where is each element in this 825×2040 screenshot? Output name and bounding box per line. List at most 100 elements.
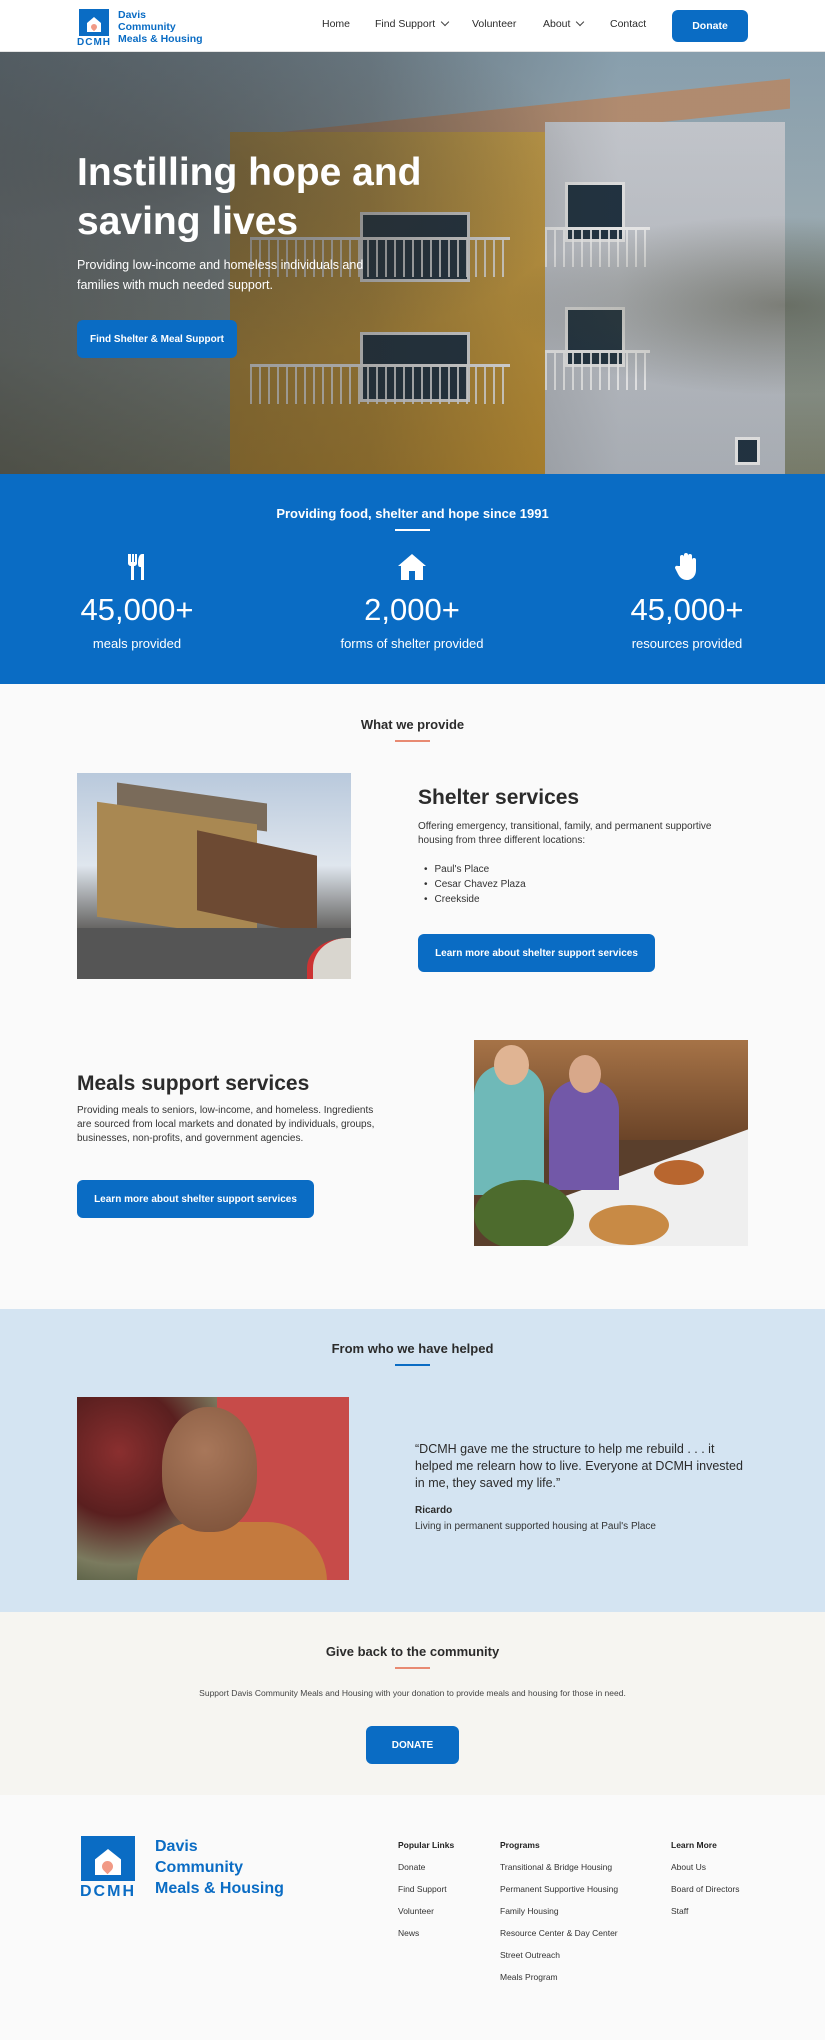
stat-label: meals provided (92, 636, 182, 651)
shelter-learn-more-button[interactable]: Learn more about shelter support service… (418, 934, 655, 972)
stat-number: 45,000+ (630, 592, 744, 627)
section-title: From who we have helped (331, 1341, 494, 1356)
logo-line: Meals & Housing (118, 33, 203, 45)
footer-link[interactable]: Permanent Supportive Housing (500, 1884, 618, 1894)
location-list: Paul's Place Cesar Chavez Plaza Creeksid… (418, 862, 738, 907)
meals-photo-food (654, 1160, 704, 1185)
hero-section: Instilling hope and saving lives Providin… (0, 52, 825, 474)
stat-resources: 45,000+ resources provided (587, 552, 787, 651)
giveback-section: Give back to the community Support Davis… (0, 1612, 825, 1795)
meals-learn-more-button[interactable]: Learn more about shelter support service… (77, 1180, 314, 1218)
location-item: Creekside (424, 892, 738, 907)
testimonial-section: From who we have helped “DCMH gave me th… (0, 1309, 825, 1612)
footer-column-title: Popular Links (398, 1840, 455, 1850)
meals-photo-person (549, 1080, 619, 1190)
location-item: Paul's Place (424, 862, 738, 877)
meals-heading: Meals support services (77, 1072, 310, 1095)
logo-abbr: DCMH (80, 1883, 136, 1900)
logo-house-icon (81, 1836, 135, 1881)
footer-link[interactable]: Resource Center & Day Center (500, 1928, 618, 1938)
nav-contact-link[interactable]: Contact (610, 18, 646, 30)
stats-section: Providing food, shelter and hope since 1… (0, 474, 825, 684)
section-title: What we provide (360, 717, 465, 732)
logo-line: Meals & Housing (155, 1880, 284, 1897)
footer-column-title: Learn More (671, 1840, 717, 1850)
stat-label: forms of shelter provided (340, 636, 484, 651)
testimonial-photo-head (162, 1407, 257, 1532)
footer-link[interactable]: Meals Program (500, 1972, 618, 1982)
meals-photo-head (494, 1045, 529, 1085)
footer-popular-links: Popular Links Donate Find Support Volunt… (398, 1840, 454, 1950)
footer-link[interactable]: Donate (398, 1862, 454, 1872)
title-underline (395, 740, 430, 742)
meals-photo (474, 1040, 748, 1246)
footer-link[interactable]: Board of Directors (671, 1884, 740, 1894)
nav-find-support-label: Find Support (375, 18, 436, 30)
house-icon (397, 552, 427, 582)
footer-link[interactable]: About Us (671, 1862, 740, 1872)
footer-link[interactable]: Staff (671, 1906, 740, 1916)
stat-label: resources provided (631, 636, 743, 651)
hero-title-line: saving lives (77, 200, 299, 243)
nav-about-link[interactable]: About (543, 17, 585, 30)
footer-learn-more: Learn More About Us Board of Directors S… (671, 1840, 740, 1928)
logo-line: Community (118, 21, 176, 33)
logo-mark: DCMH (80, 1836, 136, 1901)
meals-content: Meals support services Providing meals t… (77, 1072, 387, 1146)
title-underline (395, 1364, 430, 1366)
shelter-photo (77, 773, 351, 979)
hero-title-line: Instilling hope and (77, 151, 422, 194)
top-nav: DCMH Davis Community Meals & Housing Hom… (0, 0, 825, 52)
footer-link[interactable]: Find Support (398, 1884, 454, 1894)
logo-mark: DCMH (77, 9, 111, 48)
chevron-down-icon (440, 17, 450, 27)
giveback-text: Support Davis Community Meals and Housin… (199, 1688, 626, 1698)
section-title: Give back to the community (325, 1644, 500, 1659)
shelter-description: Offering emergency, transitional, family… (418, 821, 712, 846)
testimonial-role: Living in permanent supported housing at… (415, 1521, 656, 1532)
stat-number: 2,000+ (364, 592, 460, 627)
testimonial-quote: “DCMH gave me the structure to help me r… (415, 1442, 743, 1490)
hero-title: Instilling hope and saving lives (77, 148, 457, 246)
shelter-heading: Shelter services (418, 786, 580, 809)
title-underline (395, 1667, 430, 1669)
logo-line: Community (155, 1859, 243, 1876)
footer-link[interactable]: Family Housing (500, 1906, 618, 1916)
footer-link[interactable]: Volunteer (398, 1906, 454, 1916)
stat-shelter: 2,000+ forms of shelter provided (312, 552, 512, 651)
location-item: Cesar Chavez Plaza (424, 877, 738, 892)
nav-home-link[interactable]: Home (322, 18, 350, 30)
footer-logo[interactable]: DCMH Davis Community Meals & Housing (80, 1836, 284, 1901)
donate-button[interactable]: Donate (672, 10, 748, 42)
nav-volunteer-link[interactable]: Volunteer (472, 18, 516, 30)
stat-meals: 45,000+ meals provided (37, 552, 237, 651)
services-section: What we provide Shelter services Offerin… (0, 684, 825, 1309)
meals-photo-plant (474, 1180, 574, 1246)
testimonial-name: Ricardo (415, 1505, 453, 1516)
footer-link[interactable]: Transitional & Bridge Housing (500, 1862, 618, 1872)
logo-house-icon (79, 9, 109, 36)
meals-photo-food (589, 1205, 669, 1245)
logo-text: Davis Community Meals & Housing (155, 1836, 284, 1901)
chevron-down-icon (576, 17, 585, 27)
logo-text: Davis Community Meals & Housing (118, 9, 203, 45)
site-logo[interactable]: DCMH Davis Community Meals & Housing (77, 9, 203, 48)
find-support-button[interactable]: Find Shelter & Meal Support (77, 320, 237, 358)
nav-find-support-link[interactable]: Find Support (375, 17, 450, 30)
donate-button[interactable]: DONATE (366, 1726, 459, 1764)
footer-link[interactable]: Street Outreach (500, 1950, 618, 1960)
logo-line: Davis (118, 9, 147, 21)
meals-photo-head (569, 1055, 601, 1093)
meals-description: Providing meals to seniors, low-income, … (77, 1105, 375, 1144)
utensils-icon (122, 552, 152, 582)
title-underline (395, 529, 430, 531)
stat-number: 45,000+ (80, 592, 194, 627)
hero-subtitle: Providing low-income and homeless indivi… (77, 258, 364, 292)
site-footer: DCMH Davis Community Meals & Housing Pop… (0, 1795, 825, 2040)
shelter-content: Shelter services Offering emergency, tra… (418, 786, 738, 907)
logo-line: Davis (155, 1838, 198, 1855)
footer-programs: Programs Transitional & Bridge Housing P… (500, 1840, 618, 1994)
testimonial-photo (77, 1397, 349, 1580)
footer-link[interactable]: News (398, 1928, 454, 1938)
hand-icon (672, 552, 702, 582)
